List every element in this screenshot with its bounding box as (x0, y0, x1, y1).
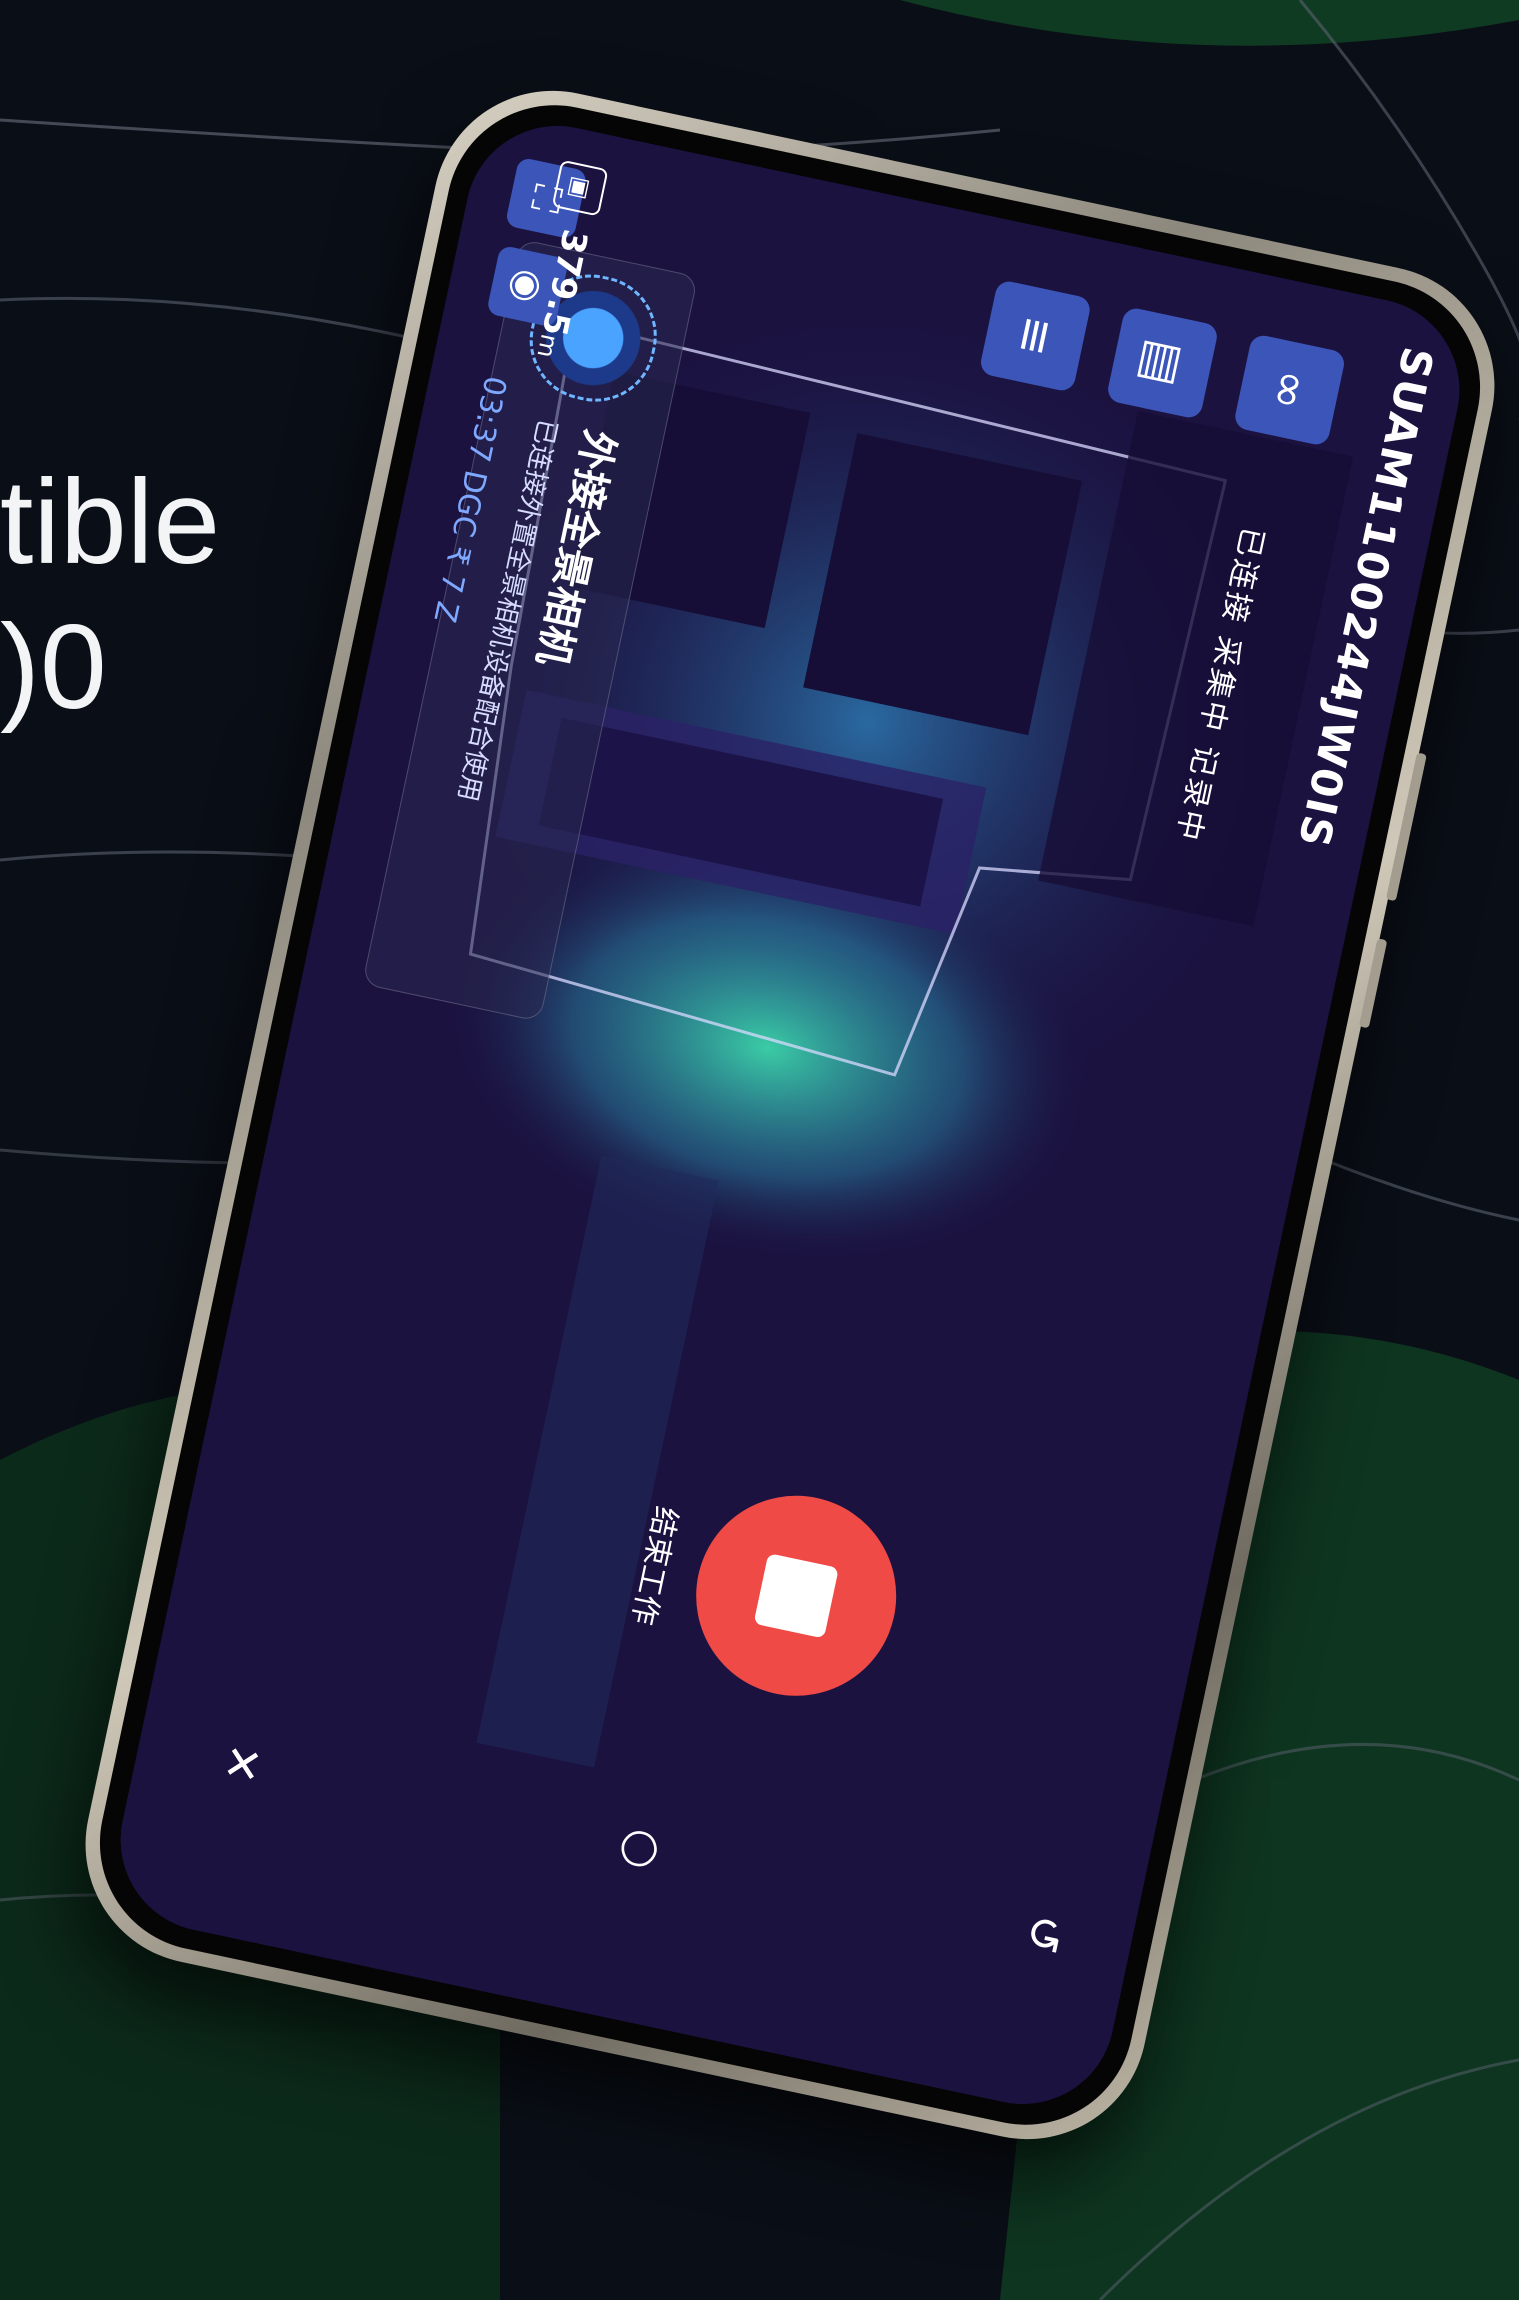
link-button[interactable]: ∞ (1232, 333, 1347, 447)
headline-line-1: tible (0, 455, 221, 589)
status-text: 已连接 采集中 记录中 (1168, 523, 1270, 847)
stop-record-button[interactable] (677, 1477, 915, 1715)
link-icon: ∞ (1258, 364, 1322, 416)
stop-label: 结束工作 (624, 1503, 684, 1628)
back-icon[interactable]: ↺ (1014, 1910, 1075, 1959)
list-button[interactable]: ≡ (978, 279, 1093, 393)
headline-line-2: )0 (0, 600, 107, 734)
list-icon: ≡ (1003, 310, 1067, 362)
home-circle-icon[interactable]: ○ (612, 1824, 673, 1874)
readout-icon: ▣ (551, 159, 609, 217)
file-icon: ▤ (1130, 334, 1195, 392)
file-button[interactable]: ▤ (1105, 306, 1220, 420)
stop-square-icon (753, 1553, 839, 1639)
close-icon[interactable]: ✕ (212, 1739, 273, 1788)
headline-text: tible )0 (0, 450, 220, 740)
